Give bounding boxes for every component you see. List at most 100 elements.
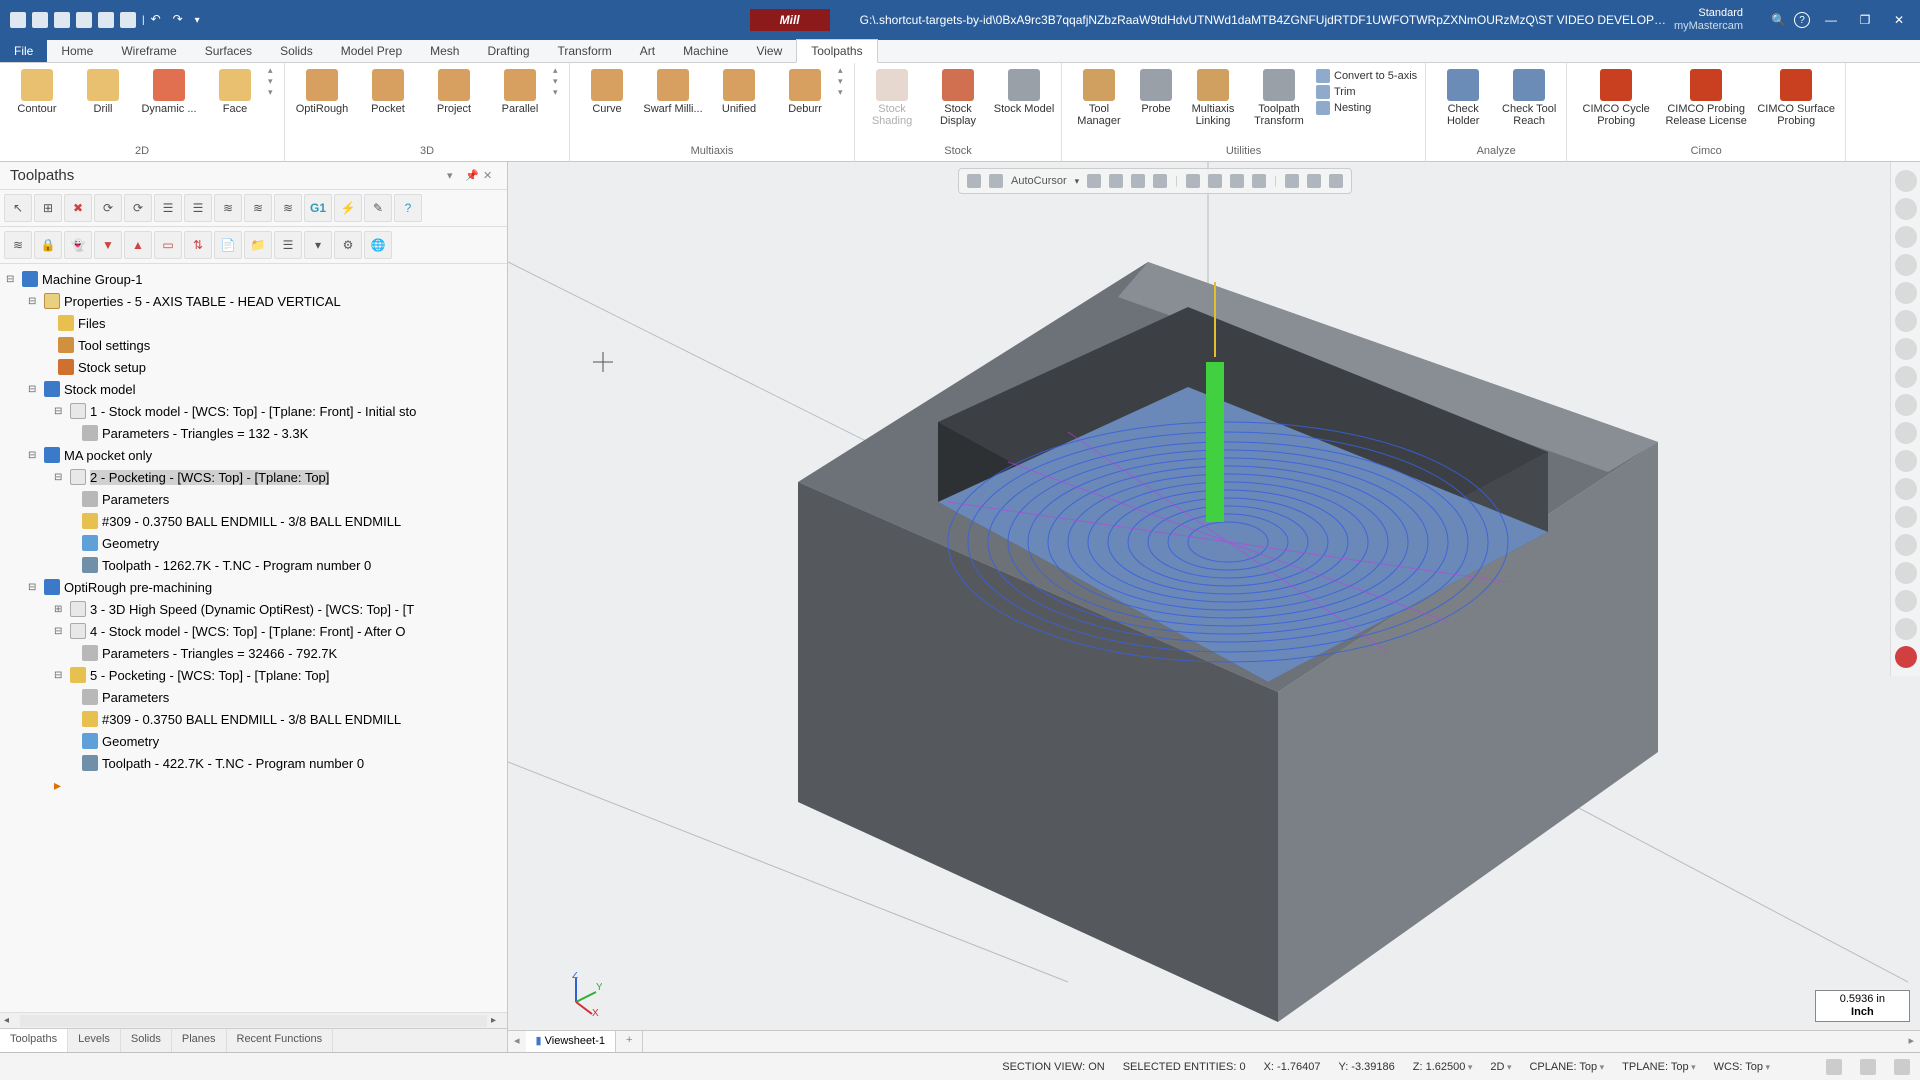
- mymastercam-link[interactable]: myMastercam: [1674, 20, 1743, 33]
- vs-prev-icon[interactable]: ◂: [508, 1031, 526, 1052]
- tree-op2-tool[interactable]: #309 - 0.3750 BALL ENDMILL - 3/8 BALL EN…: [102, 514, 401, 529]
- rv-icon-14[interactable]: [1895, 534, 1917, 556]
- check-tool-reach-button[interactable]: Check Tool Reach: [1496, 65, 1562, 131]
- status-wcs[interactable]: WCS: Top: [1714, 1061, 1770, 1073]
- status-mode[interactable]: 2D: [1490, 1061, 1511, 1073]
- status-tplane[interactable]: TPLANE: Top: [1622, 1061, 1695, 1073]
- tab-solids[interactable]: Solids: [266, 40, 327, 62]
- autocursor-toolbar[interactable]: AutoCursor ▾ | |: [958, 168, 1352, 194]
- tree-op5[interactable]: 5 - Pocketing - [WCS: Top] - [Tplane: To…: [90, 668, 329, 683]
- rv-record-icon[interactable]: [1895, 646, 1917, 668]
- tree-op5-tool[interactable]: #309 - 0.3750 BALL ENDMILL - 3/8 BALL EN…: [102, 712, 401, 727]
- tree-op5-geom[interactable]: Geometry: [102, 734, 159, 749]
- panel-pin-icon[interactable]: 📌: [465, 169, 479, 183]
- ac-icon-4[interactable]: [1153, 174, 1167, 188]
- tb-regen-icon[interactable]: ⟳: [94, 194, 122, 222]
- ac-icon-5[interactable]: [1186, 174, 1200, 188]
- tb2-toggle-icon[interactable]: ≋: [4, 231, 32, 259]
- contour-button[interactable]: Contour: [4, 65, 70, 119]
- tree-op2-params[interactable]: Parameters: [102, 492, 169, 507]
- curve-button[interactable]: Curve: [574, 65, 640, 119]
- tb-g1-button[interactable]: G1: [304, 194, 332, 222]
- convert-5axis-button[interactable]: Convert to 5-axis: [1316, 69, 1417, 83]
- tree-toggle[interactable]: ⊟: [6, 274, 18, 285]
- cimco-cycle-button[interactable]: CIMCO Cycle Probing: [1571, 65, 1661, 131]
- export-icon[interactable]: [98, 12, 114, 28]
- 3d-gallery-down[interactable]: ▾: [553, 76, 565, 87]
- tree-toggle[interactable]: ⊟: [54, 670, 66, 681]
- redo-icon[interactable]: ↷: [173, 12, 189, 28]
- rv-icon-7[interactable]: [1895, 338, 1917, 360]
- panel-close-icon[interactable]: ✕: [483, 169, 497, 183]
- scroll-left-icon[interactable]: ◂: [4, 1015, 16, 1026]
- rv-icon-10[interactable]: [1895, 422, 1917, 444]
- ac-icon-11[interactable]: [1329, 174, 1343, 188]
- ac-icon-8[interactable]: [1252, 174, 1266, 188]
- tb2-rect-icon[interactable]: ▭: [154, 231, 182, 259]
- ac-flag-icon[interactable]: [989, 174, 1003, 188]
- ma-gallery-down[interactable]: ▾: [838, 76, 850, 87]
- 2d-gallery-down[interactable]: ▾: [268, 76, 280, 87]
- panel-tab-levels[interactable]: Levels: [68, 1029, 121, 1052]
- tree-op2[interactable]: 2 - Pocketing - [WCS: Top] - [Tplane: To…: [90, 470, 329, 485]
- tb-help-icon[interactable]: ?: [394, 194, 422, 222]
- rv-icon-5[interactable]: [1895, 282, 1917, 304]
- ma-gallery-up[interactable]: ▴: [838, 65, 850, 76]
- tb-display3-icon[interactable]: ≋: [274, 194, 302, 222]
- ac-lock-icon[interactable]: [967, 174, 981, 188]
- tree-files[interactable]: Files: [78, 316, 105, 331]
- tab-modelprep[interactable]: Model Prep: [327, 40, 416, 62]
- dynamic-button[interactable]: Dynamic ...: [136, 65, 202, 119]
- tree-properties[interactable]: Properties - 5 - AXIS TABLE - HEAD VERTI…: [64, 294, 341, 309]
- rv-zoom-fit-icon[interactable]: [1895, 170, 1917, 192]
- tab-surfaces[interactable]: Surfaces: [191, 40, 266, 62]
- tab-drafting[interactable]: Drafting: [473, 40, 543, 62]
- tb-display2-icon[interactable]: ≋: [244, 194, 272, 222]
- tab-home[interactable]: Home: [47, 40, 107, 62]
- tree-toggle[interactable]: ⊟: [28, 384, 40, 395]
- tree-op5-tp[interactable]: Toolpath - 422.7K - T.NC - Program numbe…: [102, 756, 364, 771]
- open-icon[interactable]: [54, 12, 70, 28]
- rv-icon-3[interactable]: [1895, 226, 1917, 248]
- tb-select-icon[interactable]: ↖: [4, 194, 32, 222]
- tb-edit-icon[interactable]: ✎: [364, 194, 392, 222]
- tree-op5-params[interactable]: Parameters: [102, 690, 169, 705]
- sb-icon-2[interactable]: [1860, 1059, 1876, 1075]
- 3d-viewport[interactable]: AutoCursor ▾ | |: [508, 162, 1920, 1052]
- 2d-gallery-up[interactable]: ▴: [268, 65, 280, 76]
- tb2-down-icon[interactable]: ▼: [94, 231, 122, 259]
- operations-tree[interactable]: ⊟Machine Group-1 ⊟Properties - 5 - AXIS …: [0, 264, 507, 1012]
- multiaxis-linking-button[interactable]: Multiaxis Linking: [1180, 65, 1246, 131]
- tb2-folder-icon[interactable]: 📁: [244, 231, 272, 259]
- ac-icon-1[interactable]: [1087, 174, 1101, 188]
- save-icon[interactable]: [32, 12, 48, 28]
- tree-op1[interactable]: 1 - Stock model - [WCS: Top] - [Tplane: …: [90, 404, 416, 419]
- 2d-gallery-more[interactable]: ▾: [268, 87, 280, 98]
- swarf-button[interactable]: Swarf Milli...: [640, 65, 706, 119]
- tb-post-icon[interactable]: ⚡: [334, 194, 362, 222]
- ma-gallery-more[interactable]: ▾: [838, 87, 850, 98]
- new-icon[interactable]: [10, 12, 26, 28]
- vs-next-icon[interactable]: ▸: [1902, 1031, 1920, 1052]
- tb2-up-icon[interactable]: ▲: [124, 231, 152, 259]
- tab-view[interactable]: View: [742, 40, 796, 62]
- tree-toggle[interactable]: ⊟: [54, 472, 66, 483]
- pocket-button[interactable]: Pocket: [355, 65, 421, 119]
- tb2-doc-icon[interactable]: 📄: [214, 231, 242, 259]
- tb-x-icon[interactable]: ✖: [64, 194, 92, 222]
- tree-toggle[interactable]: ⊟: [28, 450, 40, 461]
- tool-manager-button[interactable]: Tool Manager: [1066, 65, 1132, 131]
- workspace-label[interactable]: Standard: [1698, 7, 1743, 20]
- tab-file[interactable]: File: [0, 40, 47, 62]
- tb2-ghost-icon[interactable]: 👻: [64, 231, 92, 259]
- tb-tree-icon[interactable]: ☰: [154, 194, 182, 222]
- tree-op4-params[interactable]: Parameters - Triangles = 32466 - 792.7K: [102, 646, 337, 661]
- project-button[interactable]: Project: [421, 65, 487, 119]
- face-button[interactable]: Face: [202, 65, 268, 119]
- optirough-button[interactable]: OptiRough: [289, 65, 355, 119]
- status-cplane[interactable]: CPLANE: Top: [1529, 1061, 1604, 1073]
- tb-tree2-icon[interactable]: ☰: [184, 194, 212, 222]
- panel-tab-planes[interactable]: Planes: [172, 1029, 227, 1052]
- cimco-release-button[interactable]: CIMCO Probing Release License: [1661, 65, 1751, 131]
- rv-icon-12[interactable]: [1895, 478, 1917, 500]
